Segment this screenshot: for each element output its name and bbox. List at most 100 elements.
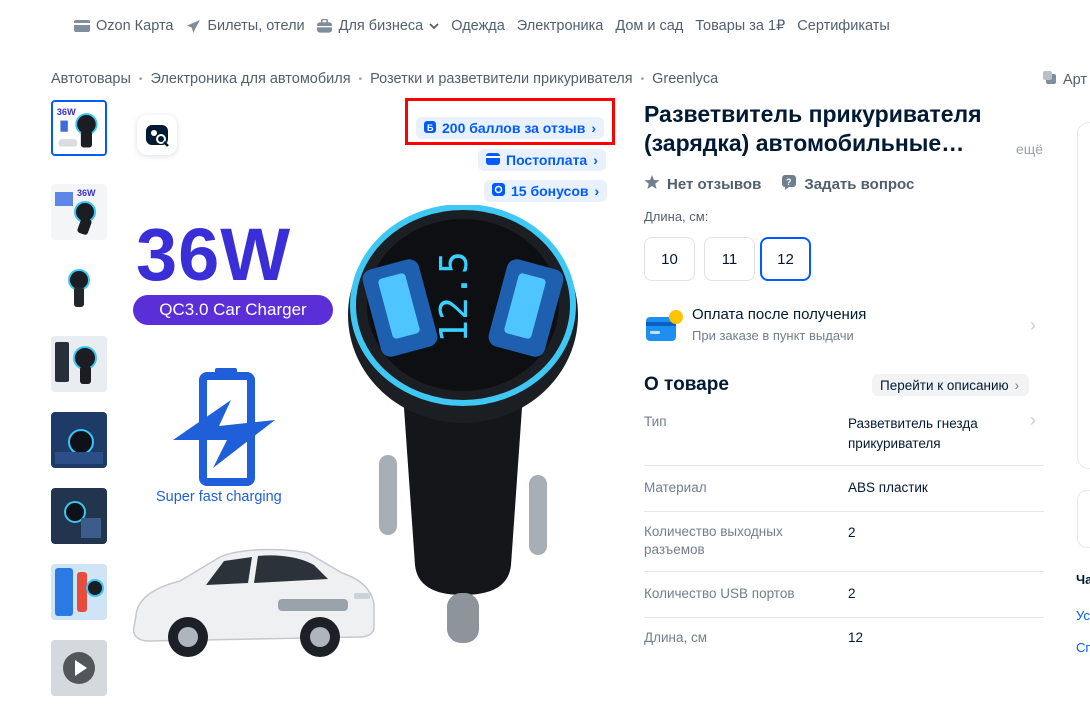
postpay-badge[interactable]: Постоплата › [478, 149, 606, 171]
spec-row: Количество USB портов 2 [644, 571, 1044, 618]
nav-certificates-label: Сертификаты [797, 18, 890, 34]
chevron-down-icon [429, 18, 439, 34]
review-points-label: 200 баллов за отзыв [442, 120, 586, 136]
spec-row: Тип Разветвитель гнезда прикуривателя › [644, 408, 1044, 466]
nav-home-garden[interactable]: Дом и сад [615, 18, 683, 34]
nav-ozon-card-label: Ozon Карта [96, 18, 174, 34]
fast-charging-caption: Super fast charging [156, 489, 282, 505]
side-heading: Ча [1076, 572, 1090, 587]
nav-one-ruble-label: Товары за 1₽ [695, 18, 786, 34]
spec-key: Количество выходных разъемов [644, 524, 783, 557]
payment-card-icon [646, 310, 683, 341]
goto-description-label: Перейти к описанию [880, 377, 1009, 393]
svg-text:36W: 36W [77, 188, 96, 198]
nav-certificates[interactable]: Сертификаты [797, 18, 890, 34]
breadcrumb-separator: • [358, 73, 363, 85]
product-title: Разветвитель прикуривателя (зарядка) авт… [644, 101, 982, 156]
review-points-badge[interactable]: Б 200 баллов за отзыв › [416, 117, 605, 139]
points-icon: Б [424, 120, 436, 136]
bonuses-badge[interactable]: 15 бонусов › [484, 180, 608, 202]
spec-value[interactable]: Разветвитель гнезда прикуривателя [848, 414, 1018, 454]
promo-subline: QC3.0 Car Charger [133, 295, 333, 325]
gallery-thumb[interactable] [51, 412, 107, 468]
ask-question-label: Задать вопрос [804, 175, 915, 193]
breadcrumb-item[interactable]: Розетки и разветвители прикуривателя [370, 71, 633, 87]
gallery-thumb[interactable]: 36W [51, 100, 107, 156]
payment-title: Оплата после получения [692, 306, 867, 323]
side-link[interactable]: Ус [1076, 608, 1090, 623]
side-link[interactable]: Сп [1076, 640, 1090, 655]
chevron-right-icon: › [593, 152, 598, 168]
charger-display: 12.5 [432, 251, 476, 343]
nav-tickets[interactable]: Билеты, отели [185, 18, 305, 34]
reviews-link[interactable]: Нет отзывов [644, 174, 761, 194]
chevron-right-icon: › [1030, 410, 1036, 430]
spec-row: Длина, см 12 [644, 617, 1044, 659]
breadcrumb-separator: • [640, 73, 645, 85]
spec-value: ABS пластик [848, 480, 928, 495]
breadcrumb-item[interactable]: Greenlyca [652, 71, 718, 87]
fast-charge-icon [173, 368, 275, 486]
nav-clothes-label: Одежда [451, 18, 505, 34]
about-heading: О товаре [644, 374, 729, 395]
breadcrumb-item[interactable]: Автотовары [51, 71, 131, 87]
side-promo-card[interactable] [1077, 490, 1090, 548]
wallet-icon [486, 152, 500, 168]
postpay-label: Постоплата [506, 152, 588, 168]
star-icon [644, 174, 660, 194]
chevron-right-icon: › [594, 183, 600, 199]
size-option-10[interactable]: 10 [644, 237, 695, 281]
payment-subtitle: При заказе в пункт выдачи [692, 328, 854, 343]
gallery-thumb[interactable]: 36W [51, 184, 107, 240]
copy-icon [1043, 71, 1057, 89]
chevron-right-icon: › [1014, 377, 1020, 393]
article-label: Арт [1063, 72, 1088, 88]
main-product-image[interactable]: Б 200 баллов за отзыв › Постоплата › 15 … [128, 98, 618, 700]
nav-electronics[interactable]: Электроника [517, 18, 604, 34]
chevron-right-icon: › [1030, 315, 1036, 335]
nav-electronics-label: Электроника [516, 18, 604, 34]
nav-one-ruble[interactable]: Товары за 1₽ [695, 18, 785, 34]
size-option-12[interactable]: 12 [760, 237, 811, 281]
promo-headline: 36W [136, 213, 292, 296]
svg-text:Б: Б [427, 123, 434, 133]
spec-key: Тип [644, 414, 667, 429]
question-icon: ? [781, 174, 797, 194]
visual-search-button[interactable] [137, 115, 177, 155]
breadcrumb-separator: • [138, 73, 143, 85]
size-option-11[interactable]: 11 [704, 237, 755, 281]
nav-business[interactable]: Для бизнеса [317, 18, 440, 34]
car-illustration [132, 548, 375, 657]
spec-value: 2 [848, 525, 856, 540]
chevron-right-icon: › [591, 120, 597, 136]
ask-question-link[interactable]: ? Задать вопрос [781, 174, 914, 194]
charger-illustration: 12.5 [348, 205, 578, 643]
payment-on-delivery[interactable]: Оплата после получения При заказе в пунк… [644, 305, 1044, 349]
spec-value: 12 [848, 630, 864, 645]
gallery-thumb[interactable] [51, 488, 107, 544]
nav-home-garden-label: Дом и сад [615, 18, 684, 34]
bonuses-label: 15 бонусов [511, 183, 589, 199]
gallery-thumb[interactable] [51, 336, 107, 392]
gallery-thumb[interactable] [51, 564, 107, 620]
breadcrumb: Автотовары • Электроника для автомобиля … [51, 71, 718, 87]
spec-key: Длина, см [644, 630, 708, 645]
nav-clothes[interactable]: Одежда [451, 18, 505, 34]
nav-business-label: Для бизнеса [338, 18, 424, 34]
length-label: Длина, см: [644, 209, 709, 224]
price-card [1077, 122, 1090, 469]
card-icon [74, 19, 90, 33]
article-reference[interactable]: Арт [1043, 71, 1087, 89]
spec-row: Материал ABS пластик [644, 465, 1044, 512]
svg-text:?: ? [786, 177, 792, 187]
spec-key: Количество USB портов [644, 586, 795, 601]
title-more-link[interactable]: ещё [1016, 141, 1043, 157]
video-thumb[interactable] [51, 640, 107, 696]
nav-ozon-card[interactable]: Ozon Карта [74, 18, 173, 34]
goto-description-button[interactable]: Перейти к описанию › [872, 374, 1030, 396]
plane-icon [185, 19, 201, 33]
bonus-icon [492, 183, 505, 199]
gallery-thumb[interactable] [51, 260, 107, 316]
breadcrumb-item[interactable]: Электроника для автомобиля [150, 71, 350, 87]
rating-text: Нет отзывов [667, 175, 762, 193]
